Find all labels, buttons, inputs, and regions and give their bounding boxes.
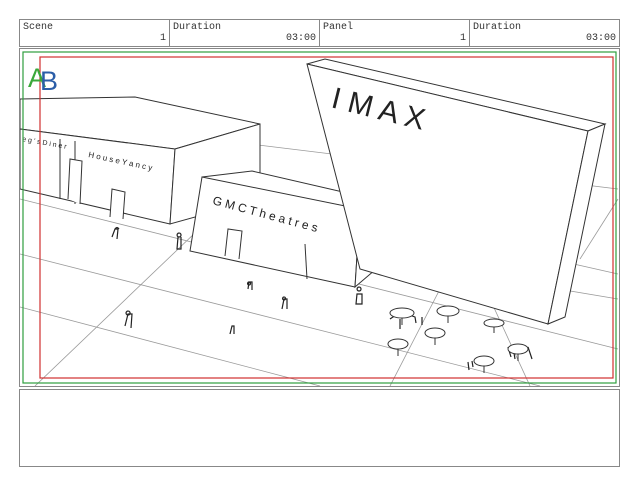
scene-duration-label: Duration (173, 22, 222, 33)
panel-duration-label: Duration (473, 22, 522, 33)
panel-duration-cell: Duration 03:00 (470, 20, 619, 46)
sketch-canvas: I M A X G M C T h e a t r e s H o u s e … (20, 51, 619, 386)
panel-header: Scene 1 Duration 03:00 Panel 1 Duration … (19, 19, 620, 47)
panel-label: Panel (323, 22, 354, 33)
panel-value[interactable]: 1 (460, 33, 466, 44)
scene-duration-value[interactable]: 03:00 (286, 33, 316, 44)
storyboard-panel[interactable]: I M A X G M C T h e a t r e s H o u s e … (19, 48, 620, 387)
scene-duration-cell: Duration 03:00 (170, 20, 320, 46)
scene-value[interactable]: 1 (160, 33, 166, 44)
ab-logo: A B (28, 63, 59, 96)
cafe-tables (387, 305, 529, 373)
panel-duration-value[interactable]: 03:00 (586, 33, 616, 44)
panel-notes-area[interactable] (19, 389, 620, 467)
scene-cell: Scene 1 (20, 20, 170, 46)
panel-cell: Panel 1 (320, 20, 470, 46)
scene-label: Scene (23, 22, 54, 33)
